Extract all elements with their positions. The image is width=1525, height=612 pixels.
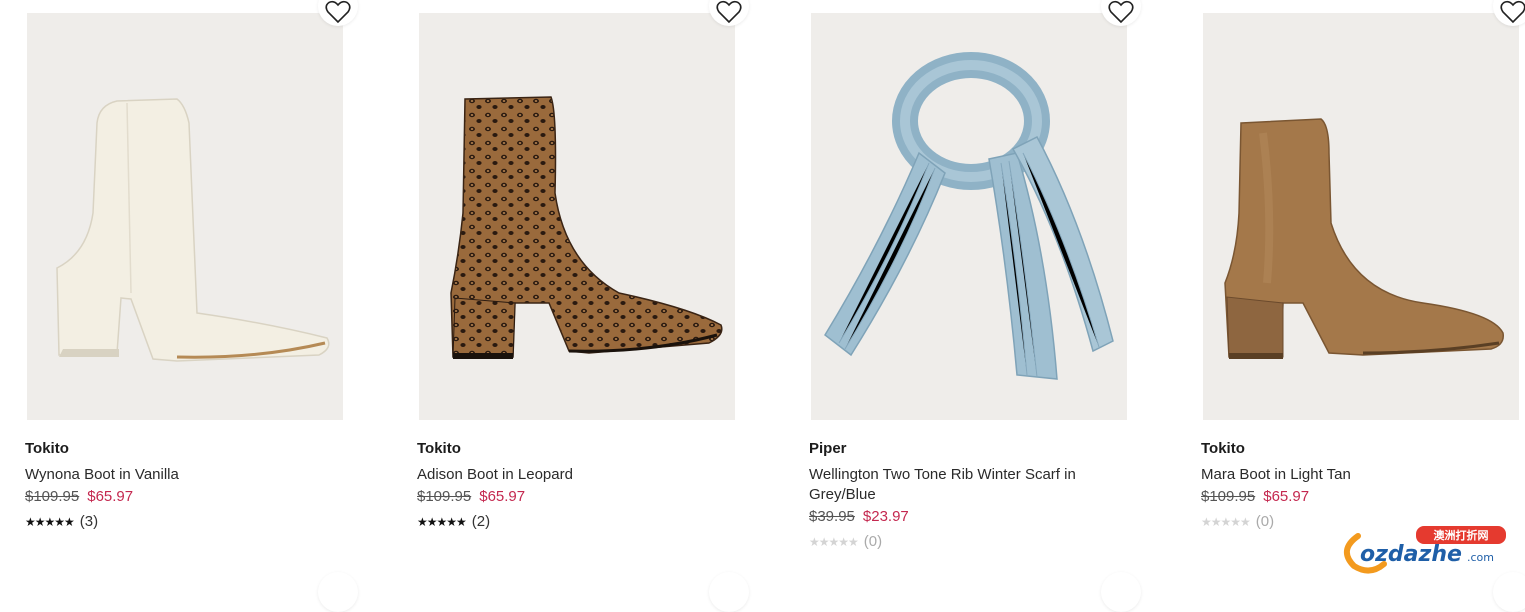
product-card[interactable]: Tokito Mara Boot in Light Tan $109.95 $65… bbox=[1201, 0, 1525, 612]
boot-leopard-image bbox=[419, 13, 735, 420]
product-rating[interactable]: ★★★★★ (0) bbox=[1201, 513, 1274, 530]
heart-icon bbox=[716, 0, 742, 24]
product-brand: Piper bbox=[809, 440, 847, 457]
original-price: $109.95 bbox=[417, 488, 472, 505]
original-price: $109.95 bbox=[25, 488, 80, 505]
review-count: (2) bbox=[471, 513, 491, 530]
product-name-link[interactable]: Mara Boot in Light Tan bbox=[1201, 465, 1501, 485]
rating-stars-icon: ★★★★★ bbox=[1201, 514, 1251, 529]
scarf-grey-blue-image bbox=[811, 13, 1127, 420]
product-image[interactable] bbox=[419, 13, 735, 420]
product-brand: Tokito bbox=[1201, 440, 1245, 457]
product-brand: Tokito bbox=[25, 440, 69, 457]
original-price: $39.95 bbox=[809, 508, 855, 525]
review-count: (0) bbox=[863, 533, 883, 550]
watermark-tag: 澳洲打折网 bbox=[1434, 528, 1489, 542]
wishlist-heart-button[interactable] bbox=[1101, 572, 1141, 612]
heart-icon bbox=[325, 0, 351, 24]
product-rating[interactable]: ★★★★★ (3) bbox=[25, 513, 98, 530]
product-prices: $109.95 $65.97 bbox=[417, 488, 525, 505]
product-prices: $109.95 $65.97 bbox=[25, 488, 133, 505]
product-image[interactable] bbox=[1203, 13, 1519, 420]
product-card[interactable]: Tokito Wynona Boot in Vanilla $109.95 $65… bbox=[25, 0, 365, 612]
boot-light-tan-image bbox=[1203, 13, 1519, 420]
wishlist-heart-button[interactable] bbox=[318, 572, 358, 612]
rating-stars-icon: ★★★★★ bbox=[417, 514, 467, 529]
boot-vanilla-image bbox=[27, 13, 343, 420]
product-card[interactable]: Piper Wellington Two Tone Rib Winter Sca… bbox=[809, 0, 1149, 612]
heart-icon bbox=[1108, 0, 1134, 24]
sale-price: $65.97 bbox=[87, 488, 134, 505]
ozdazhe-watermark-logo: 澳洲打折网 ozdazhe .com bbox=[1340, 524, 1510, 574]
product-rating[interactable]: ★★★★★ (2) bbox=[417, 513, 490, 530]
product-prices: $39.95 $23.97 bbox=[809, 508, 909, 525]
rating-stars-icon: ★★★★★ bbox=[25, 514, 75, 529]
review-count: (3) bbox=[79, 513, 99, 530]
product-image[interactable] bbox=[811, 13, 1127, 420]
heart-icon bbox=[1500, 0, 1525, 24]
sale-price: $65.97 bbox=[479, 488, 526, 505]
product-name-link[interactable]: Wellington Two Tone Rib Winter Scarf in … bbox=[809, 465, 1109, 505]
review-count: (0) bbox=[1255, 513, 1275, 530]
wishlist-heart-button[interactable] bbox=[709, 572, 749, 612]
product-rating[interactable]: ★★★★★ (0) bbox=[809, 533, 882, 550]
original-price: $109.95 bbox=[1201, 488, 1256, 505]
rating-stars-icon: ★★★★★ bbox=[809, 534, 859, 549]
product-name-link[interactable]: Wynona Boot in Vanilla bbox=[25, 465, 325, 485]
product-brand: Tokito bbox=[417, 440, 461, 457]
watermark-brand: ozdazhe bbox=[1360, 542, 1462, 567]
product-image[interactable] bbox=[27, 13, 343, 420]
sale-price: $65.97 bbox=[1263, 488, 1310, 505]
product-name-link[interactable]: Adison Boot in Leopard bbox=[417, 465, 717, 485]
watermark-icon: 澳洲打折网 ozdazhe .com bbox=[1344, 526, 1506, 574]
product-card[interactable]: Tokito Adison Boot in Leopard $109.95 $65… bbox=[417, 0, 757, 612]
wishlist-heart-button[interactable] bbox=[1493, 572, 1525, 612]
product-prices: $109.95 $65.97 bbox=[1201, 488, 1309, 505]
sale-price: $23.97 bbox=[862, 508, 909, 525]
watermark-suffix: .com bbox=[1467, 551, 1494, 564]
